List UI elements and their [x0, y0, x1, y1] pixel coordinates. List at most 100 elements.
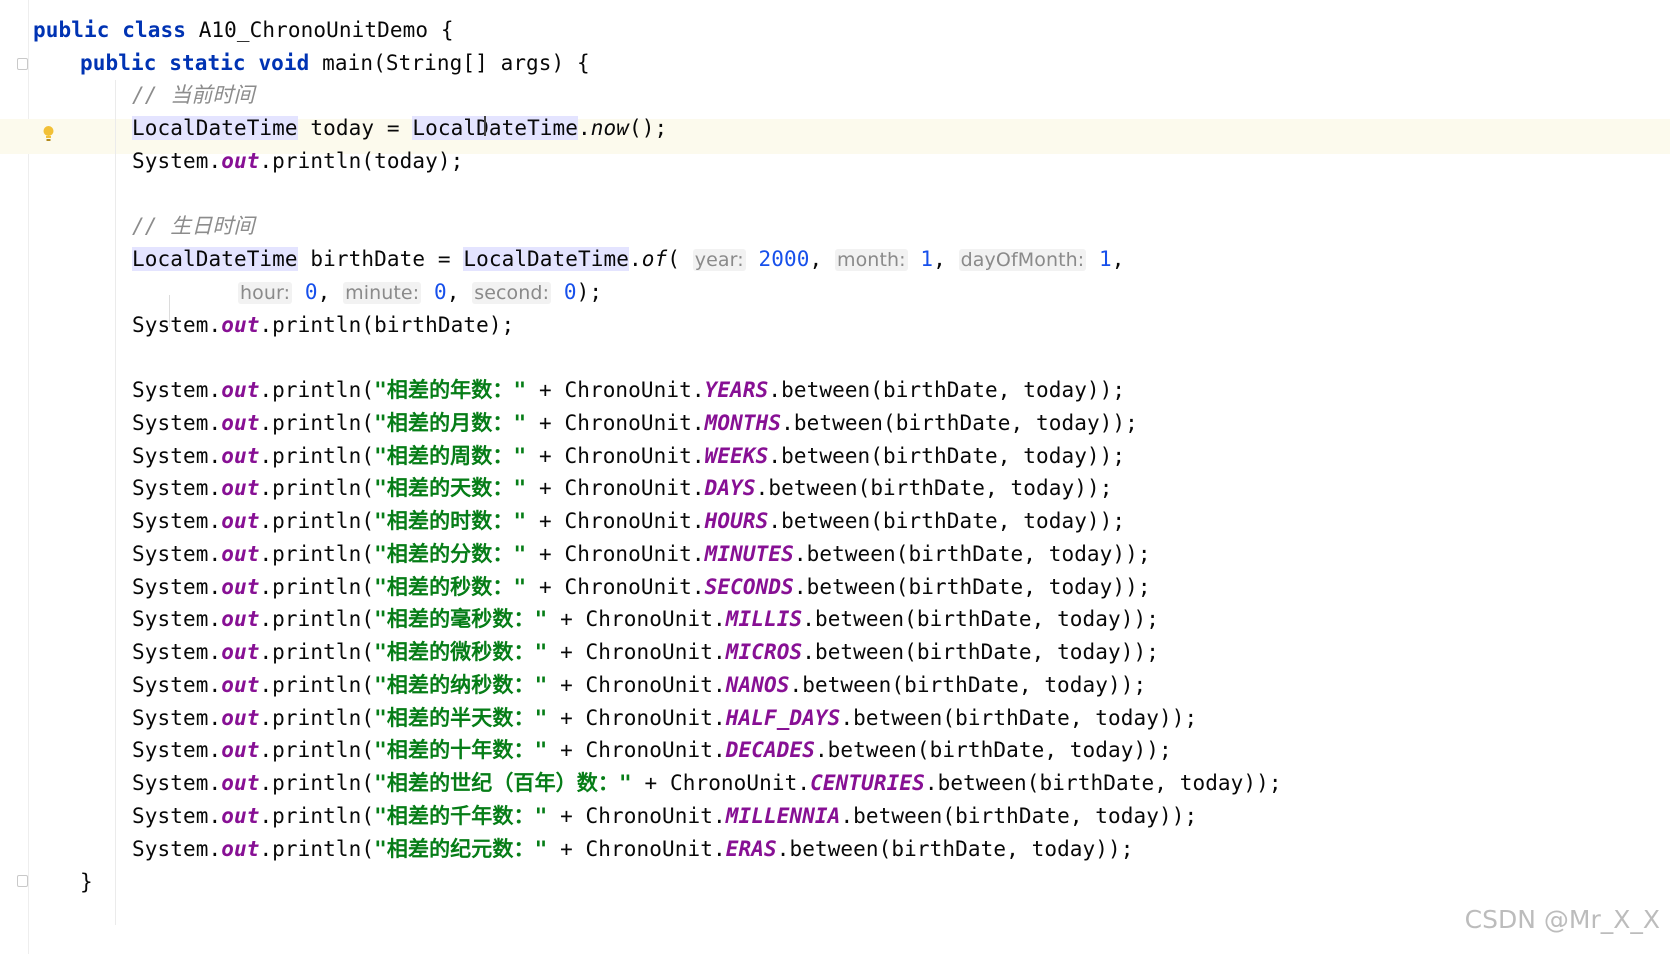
out-field: out: [221, 541, 260, 566]
number-literal: 0: [433, 280, 447, 304]
chrono-unit-constant: DECADES: [725, 738, 815, 763]
string-literal: "相差的千年数：": [374, 803, 548, 828]
chrono-unit-constant: SECONDS: [704, 574, 794, 599]
chrono-unit-class: + ChronoUnit.: [547, 803, 726, 828]
birthdate-declaration-line[interactable]: LocalDateTime birthDate = LocalDateTime.…: [132, 243, 1125, 275]
keyword: public: [33, 18, 110, 42]
text-cursor: [484, 116, 488, 136]
out-field: out: [221, 443, 260, 468]
println-line[interactable]: System.out.println("相差的千年数：" + ChronoUni…: [132, 800, 1197, 832]
today-declaration-line[interactable]: LocalDateTime today = LocalDateTime.now(…: [132, 112, 667, 144]
number-literal: 1: [1099, 247, 1112, 271]
dot: .: [629, 247, 642, 271]
println-line[interactable]: System.out.println("相差的天数：" + ChronoUnit…: [132, 472, 1112, 504]
println-line[interactable]: System.out.println("相差的半天数：" + ChronoUni…: [132, 702, 1197, 734]
separator: ,: [1111, 247, 1125, 271]
fold-marker-icon[interactable]: [17, 58, 28, 70]
println-line[interactable]: System.out.println("相差的毫秒数：" + ChronoUni…: [132, 603, 1159, 635]
out-field: out: [221, 705, 260, 730]
out-field: out: [221, 509, 260, 533]
system-class: System.: [132, 509, 222, 533]
system-class: System.: [132, 476, 222, 501]
string-literal: "相差的世纪（百年）数：": [374, 771, 632, 795]
string-literal: "相差的月数：": [374, 410, 527, 435]
println-line[interactable]: System.out.println("相差的秒数：" + ChronoUnit…: [132, 571, 1151, 603]
out-field: out: [221, 672, 260, 697]
fold-marker-icon[interactable]: [17, 875, 28, 887]
println-call: .println(: [259, 771, 375, 795]
println-call: .println(: [259, 378, 375, 402]
main-method-line[interactable]: public static void main(String[] args) {: [80, 47, 590, 79]
println-line[interactable]: System.out.println("相差的纪元数：" + ChronoUni…: [132, 833, 1134, 865]
println-line[interactable]: System.out.println("相差的年数：" + ChronoUnit…: [132, 374, 1125, 406]
system-class: System.: [132, 313, 222, 337]
birthdate-continuation-line[interactable]: hour: 0, minute: 0, second: 0);: [238, 276, 602, 308]
println-call: .println(: [259, 509, 375, 533]
system-class: System.: [132, 443, 222, 468]
println-call: .println(: [259, 541, 375, 566]
print-today-line[interactable]: System.out.println(today);: [132, 145, 463, 177]
number-literal: 0: [563, 280, 577, 304]
chrono-unit-constant: CENTURIES: [810, 771, 925, 795]
chrono-unit-constant: MONTHS: [704, 410, 782, 435]
println-call: .println(: [259, 607, 375, 632]
string-literal: "相差的十年数：": [374, 738, 548, 763]
println-line[interactable]: System.out.println("相差的十年数：" + ChronoUni…: [132, 734, 1172, 766]
chrono-unit-constant: MICROS: [725, 640, 803, 664]
chrono-unit-constant: HOURS: [704, 509, 769, 533]
string-literal: "相差的毫秒数：": [374, 607, 548, 632]
system-class: System.: [132, 771, 222, 795]
chrono-unit-class: + ChronoUnit.: [547, 640, 726, 664]
paren: (: [667, 247, 681, 271]
keyword: public: [80, 51, 157, 75]
between-call: .between(birthDate, today));: [768, 443, 1126, 468]
chrono-unit-class: + ChronoUnit.: [547, 705, 726, 730]
system-class: System.: [132, 738, 222, 763]
between-call: .between(birthDate, today));: [755, 476, 1113, 501]
println-line[interactable]: System.out.println("相差的周数：" + ChronoUnit…: [132, 440, 1125, 472]
string-literal: "相差的微秒数：": [374, 640, 548, 664]
println-line[interactable]: System.out.println("相差的微秒数：" + ChronoUni…: [132, 636, 1159, 668]
print-birthdate-line[interactable]: System.out.println(birthDate);: [132, 309, 514, 341]
type-name: LocalDateTime: [132, 247, 298, 271]
system-class: System.: [132, 149, 222, 173]
chrono-unit-constant: ERAS: [725, 836, 777, 861]
string-literal: "相差的秒数：": [374, 574, 527, 599]
between-call: .between(birthDate, today));: [789, 672, 1147, 697]
string-literal: "相差的纪元数：": [374, 836, 548, 861]
println-call: .println(: [259, 803, 375, 828]
separator: ,: [933, 247, 959, 271]
println-call: .println(: [259, 640, 375, 664]
chrono-unit-constant: NANOS: [725, 672, 790, 697]
between-call: .between(birthDate, today));: [840, 803, 1198, 828]
class-declaration-line[interactable]: public class A10_ChronoUnitDemo {: [33, 14, 454, 46]
chrono-unit-class: + ChronoUnit.: [547, 738, 726, 763]
comment-birth[interactable]: // 生日时间: [132, 210, 255, 242]
system-class: System.: [132, 607, 222, 632]
println-line[interactable]: System.out.println("相差的分数：" + ChronoUnit…: [132, 538, 1151, 570]
println-line[interactable]: System.out.println("相差的时数：" + ChronoUnit…: [132, 505, 1125, 537]
code-editor[interactable]: public class A10_ChronoUnitDemo { public…: [33, 0, 1653, 954]
parameter-hint: hour:: [238, 282, 293, 304]
println-line[interactable]: System.out.println("相差的纳秒数：" + ChronoUni…: [132, 669, 1146, 701]
between-call: .between(birthDate, today));: [776, 836, 1134, 861]
type-name: LocalDateTime: [132, 116, 298, 140]
string-literal: "相差的半天数：": [374, 705, 548, 730]
string-literal: "相差的年数：": [374, 378, 527, 402]
out-field: out: [221, 738, 260, 763]
println-call: .println(today);: [259, 149, 464, 173]
println-line[interactable]: System.out.println("相差的世纪（百年）数：" + Chron…: [132, 767, 1282, 799]
between-call: .between(birthDate, today));: [840, 705, 1198, 730]
out-field: out: [221, 313, 260, 337]
closing-brace[interactable]: }: [80, 866, 93, 898]
system-class: System.: [132, 574, 222, 599]
out-field: out: [221, 476, 260, 501]
comment-now[interactable]: // 当前时间: [132, 79, 255, 111]
system-class: System.: [132, 836, 222, 861]
parameter-hint: dayOfMonth:: [958, 249, 1087, 271]
chrono-unit-class: + ChronoUnit.: [547, 672, 726, 697]
separator: );: [576, 280, 603, 304]
parameter-hint: minute:: [343, 282, 422, 304]
println-line[interactable]: System.out.println("相差的月数：" + ChronoUnit…: [132, 407, 1138, 439]
println-call: .println(: [259, 738, 375, 763]
